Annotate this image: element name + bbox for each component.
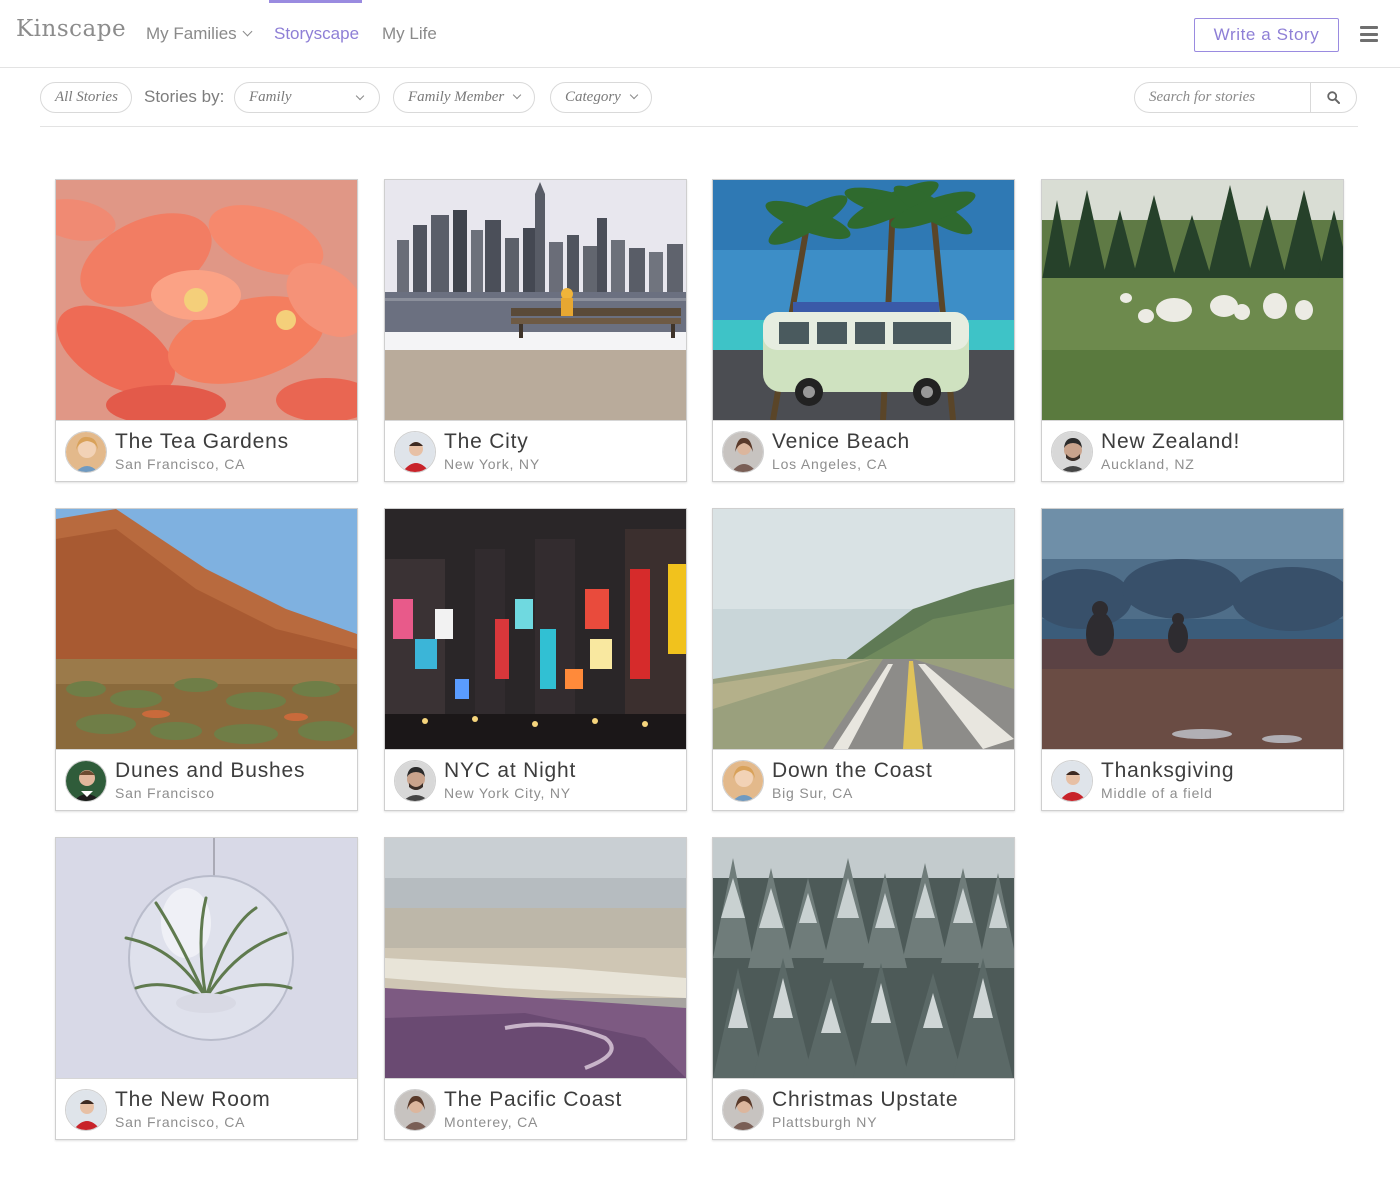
story-location: San Francisco, CA [115, 456, 246, 472]
write-a-story-button[interactable]: Write a Story [1194, 18, 1339, 52]
story-card-footer: The Tea Gardens San Francisco, CA [56, 420, 357, 481]
story-card[interactable]: Dunes and Bushes San Francisco [55, 508, 358, 811]
search-input[interactable] [1135, 83, 1310, 112]
story-card[interactable]: NYC at Night New York City, NY [384, 508, 687, 811]
story-card[interactable]: Venice Beach Los Angeles, CA [712, 179, 1015, 482]
story-title[interactable]: The City [444, 430, 529, 454]
category-dropdown-label: Category [565, 89, 621, 105]
story-title[interactable]: New Zealand! [1101, 430, 1240, 454]
story-card[interactable]: Down the Coast Big Sur, CA [712, 508, 1015, 811]
author-avatar[interactable] [722, 1089, 764, 1131]
search-icon [1327, 91, 1340, 104]
chevron-down-icon [629, 90, 639, 100]
story-location: San Francisco, CA [115, 1114, 246, 1130]
nav-my-life[interactable]: My Life [382, 24, 437, 44]
story-card[interactable]: The New Room San Francisco, CA [55, 837, 358, 1140]
story-card-footer: Venice Beach Los Angeles, CA [713, 420, 1014, 481]
chevron-down-icon [242, 26, 253, 37]
story-image-foggy-field-figures [1042, 509, 1343, 749]
active-tab-indicator [269, 0, 362, 3]
filter-bar: All Stories Stories by: Family Family Me… [40, 82, 1358, 127]
nav-my-families-label: My Families [146, 24, 237, 43]
story-location: San Francisco [115, 785, 215, 801]
story-card[interactable]: The Tea Gardens San Francisco, CA [55, 179, 358, 482]
story-image-glass-terrarium [56, 838, 357, 1078]
story-title[interactable]: Dunes and Bushes [115, 759, 305, 783]
story-title[interactable]: The Pacific Coast [444, 1088, 622, 1112]
nav-my-families[interactable]: My Families [146, 24, 253, 44]
author-avatar[interactable] [394, 1089, 436, 1131]
search-box [1134, 82, 1357, 113]
chevron-down-icon [512, 90, 522, 100]
story-title[interactable]: The New Room [115, 1088, 270, 1112]
story-card-footer: The Pacific Coast Monterey, CA [385, 1078, 686, 1139]
story-card-footer: The City New York, NY [385, 420, 686, 481]
story-title[interactable]: The Tea Gardens [115, 430, 289, 454]
stories-by-label: Stories by: [144, 87, 225, 106]
story-image-palm-trees-van [713, 180, 1014, 420]
story-location: New York, NY [444, 456, 540, 472]
story-title[interactable]: NYC at Night [444, 759, 576, 783]
author-avatar[interactable] [1051, 431, 1093, 473]
story-title[interactable]: Venice Beach [772, 430, 910, 454]
story-card-footer: NYC at Night New York City, NY [385, 749, 686, 810]
story-title[interactable]: Christmas Upstate [772, 1088, 958, 1112]
family-dropdown[interactable]: Family [234, 82, 380, 113]
story-card[interactable]: Christmas Upstate Plattsburgh NY [712, 837, 1015, 1140]
story-card-footer: Christmas Upstate Plattsburgh NY [713, 1078, 1014, 1139]
story-image-beach-aerial [385, 838, 686, 1078]
story-location: Middle of a field [1101, 785, 1213, 801]
family-member-dropdown-label: Family Member [408, 89, 505, 105]
story-card-footer: Thanksgiving Middle of a field [1042, 749, 1343, 810]
story-image-snowy-forest [713, 838, 1014, 1078]
kinscape-logo[interactable]: Kinscape [16, 16, 126, 42]
story-card[interactable]: Thanksgiving Middle of a field [1041, 508, 1344, 811]
hamburger-menu-icon[interactable] [1360, 26, 1378, 42]
story-image-times-square-night [385, 509, 686, 749]
category-dropdown[interactable]: Category [550, 82, 652, 113]
author-avatar[interactable] [65, 760, 107, 802]
chevron-down-icon [355, 91, 365, 101]
author-avatar[interactable] [394, 431, 436, 473]
family-member-dropdown[interactable]: Family Member [393, 82, 536, 113]
story-card-footer: Down the Coast Big Sur, CA [713, 749, 1014, 810]
top-navigation-bar: Kinscape My Families Storyscape My Life … [0, 0, 1400, 68]
story-card-footer: Dunes and Bushes San Francisco [56, 749, 357, 810]
author-avatar[interactable] [65, 1089, 107, 1131]
author-avatar[interactable] [722, 431, 764, 473]
story-location: Plattsburgh NY [772, 1114, 878, 1130]
story-image-coastal-road-fog [713, 509, 1014, 749]
author-avatar[interactable] [722, 760, 764, 802]
story-image-sheep-field [1042, 180, 1343, 420]
family-dropdown-label: Family [249, 89, 292, 105]
all-stories-filter[interactable]: All Stories [40, 82, 132, 113]
story-image-desert-rock [56, 509, 357, 749]
story-location: Auckland, NZ [1101, 456, 1195, 472]
story-card-footer: New Zealand! Auckland, NZ [1042, 420, 1343, 481]
author-avatar[interactable] [65, 431, 107, 473]
story-title[interactable]: Down the Coast [772, 759, 933, 783]
author-avatar[interactable] [1051, 760, 1093, 802]
story-card[interactable]: The City New York, NY [384, 179, 687, 482]
story-card[interactable]: New Zealand! Auckland, NZ [1041, 179, 1344, 482]
story-location: Big Sur, CA [772, 785, 854, 801]
story-image-city-skyline-bench [385, 180, 686, 420]
nav-storyscape[interactable]: Storyscape [274, 24, 359, 44]
story-location: New York City, NY [444, 785, 571, 801]
search-button[interactable] [1311, 83, 1356, 112]
story-title[interactable]: Thanksgiving [1101, 759, 1234, 783]
story-location: Monterey, CA [444, 1114, 539, 1130]
story-location: Los Angeles, CA [772, 456, 888, 472]
story-card[interactable]: The Pacific Coast Monterey, CA [384, 837, 687, 1140]
story-card-footer: The New Room San Francisco, CA [56, 1078, 357, 1139]
author-avatar[interactable] [394, 760, 436, 802]
story-image-orange-flowers [56, 180, 357, 420]
